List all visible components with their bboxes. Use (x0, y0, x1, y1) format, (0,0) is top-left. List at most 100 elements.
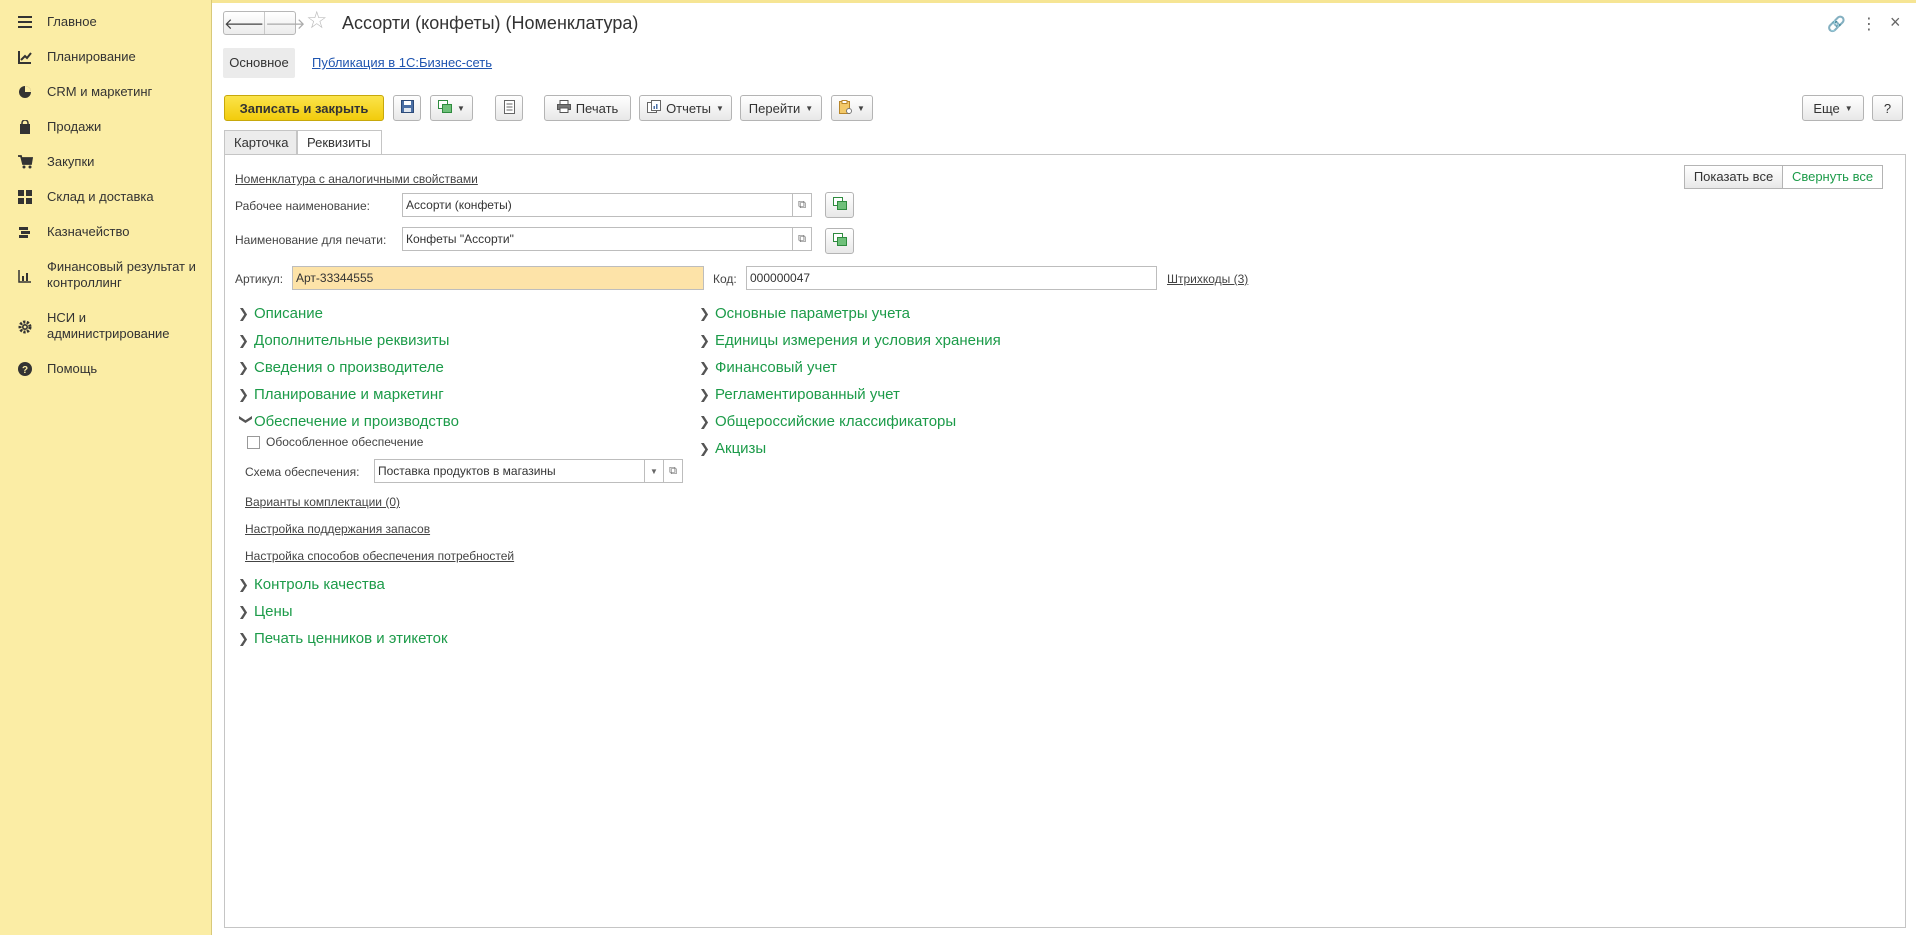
sidebar: Главное Планирование CRM и маркетинг Про… (0, 0, 212, 935)
requisites-panel: Номенклатура с аналогичными свойствами П… (224, 154, 1906, 928)
chevron-right-icon: ❯ (699, 387, 710, 402)
group-description[interactable]: ❯ Описание (238, 305, 323, 322)
sidebar-item-purchases[interactable]: Закупки (0, 154, 212, 172)
group-accounting-params[interactable]: ❯ Основные параметры учета (699, 305, 910, 322)
group-excises[interactable]: ❯ Акцизы (699, 440, 766, 457)
sidebar-item-financial-result[interactable]: Финансовый результат и контроллинг (0, 259, 212, 293)
sidebar-item-sales[interactable]: Продажи (0, 119, 212, 137)
group-planning-marketing[interactable]: ❯ Планирование и маркетинг (238, 386, 444, 403)
svg-text:?: ? (22, 365, 28, 376)
chevron-down-icon: ❯ (239, 414, 254, 425)
open-icon[interactable]: ⧉ (663, 459, 683, 483)
sidebar-item-label: CRM и маркетинг (47, 84, 153, 99)
sidebar-item-crm[interactable]: CRM и маркетинг (0, 84, 212, 102)
sidebar-item-treasury[interactable]: Казначейство (0, 224, 212, 242)
supply-methods-link[interactable]: Настройка способов обеспечения потребнос… (245, 549, 514, 563)
collapse-all-button[interactable]: Свернуть все (1782, 165, 1883, 189)
pie-chart-icon (17, 84, 33, 100)
clipboard-icon (839, 99, 853, 117)
print-button[interactable]: Печать (544, 95, 631, 121)
dropdown-icon[interactable]: ▼ (644, 459, 664, 483)
bar-chart-icon (17, 268, 33, 284)
open-icon[interactable]: ⧉ (792, 193, 812, 217)
create-based-on-button[interactable]: ▼ (430, 95, 473, 121)
star-icon[interactable]: ☆ (306, 9, 328, 33)
sidebar-item-label: Казначейство (47, 224, 130, 239)
sidebar-item-planning[interactable]: Планирование (0, 49, 212, 67)
floppy-icon (400, 100, 414, 116)
chevron-right-icon: ❯ (238, 631, 249, 646)
group-manufacturer[interactable]: ❯ Сведения о производителе (238, 359, 444, 376)
chevron-right-icon: ❯ (699, 441, 710, 456)
chevron-down-icon: ▼ (457, 103, 465, 113)
group-prices[interactable]: ❯ Цены (238, 603, 293, 620)
sidebar-item-nsi[interactable]: НСИ и администрирование (0, 310, 212, 344)
chevron-right-icon: ❯ (238, 604, 249, 619)
show-all-button[interactable]: Показать все (1684, 165, 1783, 189)
chevron-right-icon: ❯ (238, 387, 249, 402)
cart-icon (17, 154, 33, 170)
group-financial-accounting[interactable]: ❯ Финансовый учет (699, 359, 837, 376)
subtab-publication[interactable]: Публикация в 1С:Бизнес-сеть (312, 48, 492, 78)
chevron-down-icon: ▼ (805, 103, 814, 113)
chevron-right-icon: ❯ (699, 333, 710, 348)
copy-print-name-button[interactable] (825, 228, 854, 254)
group-units-storage[interactable]: ❯ Единицы измерения и условия хранения (699, 332, 1001, 349)
copy-green-icon (832, 233, 847, 249)
sidebar-item-label: Планирование (47, 49, 136, 64)
goto-button[interactable]: Перейти ▼ (740, 95, 822, 121)
printer-icon (556, 100, 571, 116)
reports-button[interactable]: Отчеты ▼ (639, 95, 732, 121)
history-nav: 🡐 🡒 (223, 11, 305, 35)
separate-supply-checkbox[interactable] (247, 436, 260, 449)
sidebar-item-label: Финансовый результат и контроллинг (47, 259, 196, 290)
group-classifiers[interactable]: ❯ Общероссийские классификаторы (699, 413, 956, 430)
code-field[interactable]: 000000047 (746, 266, 1157, 290)
group-supply-production[interactable]: ❯Обеспечение и производство (238, 413, 459, 430)
sidebar-item-main[interactable]: Главное (0, 14, 212, 32)
more-button[interactable]: Еще ▼ (1802, 95, 1864, 121)
barcodes-link[interactable]: Штрихкоды (3) (1167, 272, 1248, 286)
copy-green-icon (438, 100, 453, 116)
print-name-label: Наименование для печати: (235, 233, 387, 247)
article-field[interactable]: Арт-33344555 (292, 266, 704, 290)
separate-supply-label: Обособленное обеспечение (266, 435, 424, 449)
back-button[interactable]: 🡐 (224, 12, 264, 34)
code-label: Код: (713, 272, 737, 286)
page-title: Ассорти (конфеты) (Номенклатура) (342, 13, 639, 33)
sidebar-item-label: НСИ и администрирование (47, 310, 170, 341)
document-button[interactable] (495, 95, 523, 121)
more-vertical-icon[interactable]: ⋮ (1861, 14, 1877, 34)
stock-settings-link[interactable]: Настройка поддержания запасов (245, 522, 430, 536)
document-icon (503, 99, 515, 117)
kit-variants-link[interactable]: Варианты комплектации (0) (245, 495, 400, 509)
similar-nomenclature-link[interactable]: Номенклатура с аналогичными свойствами (235, 172, 478, 186)
help-button[interactable]: ? (1872, 95, 1903, 121)
link-icon[interactable]: 🔗 (1827, 15, 1846, 33)
close-icon[interactable]: × (1890, 12, 1901, 33)
sidebar-item-label: Помощь (47, 361, 98, 376)
subtab-main[interactable]: Основное (223, 48, 295, 78)
group-quality-control[interactable]: ❯ Контроль качества (238, 576, 385, 593)
supply-scheme-label: Схема обеспечения: (245, 465, 360, 479)
supply-scheme-select[interactable]: Поставка продуктов в магазины (374, 459, 645, 483)
shopping-bag-icon (17, 119, 33, 135)
work-name-field[interactable]: Ассорти (конфеты) (402, 193, 793, 217)
print-name-field[interactable]: Конфеты "Ассорти" (402, 227, 793, 251)
group-additional[interactable]: ❯ Дополнительные реквизиты (238, 332, 449, 349)
forward-button[interactable]: 🡒 (264, 12, 305, 34)
open-icon[interactable]: ⧉ (792, 227, 812, 251)
tab-requisites[interactable]: Реквизиты (297, 130, 382, 155)
copy-work-name-button[interactable] (825, 192, 854, 218)
group-price-tags[interactable]: ❯ Печать ценников и этикеток (238, 630, 448, 647)
sidebar-item-warehouse[interactable]: Склад и доставка (0, 189, 212, 207)
sidebar-item-help[interactable]: ? Помощь (0, 361, 212, 379)
reports-icon (647, 100, 662, 116)
save-button[interactable] (393, 95, 421, 121)
save-and-close-button[interactable]: Записать и закрыть (224, 95, 384, 121)
chevron-right-icon: ❯ (238, 306, 249, 321)
question-icon: ? (17, 361, 33, 377)
attachments-button[interactable]: ▼ (831, 95, 873, 121)
group-regulated-accounting[interactable]: ❯ Регламентированный учет (699, 386, 900, 403)
tab-card[interactable]: Карточка (224, 130, 297, 154)
